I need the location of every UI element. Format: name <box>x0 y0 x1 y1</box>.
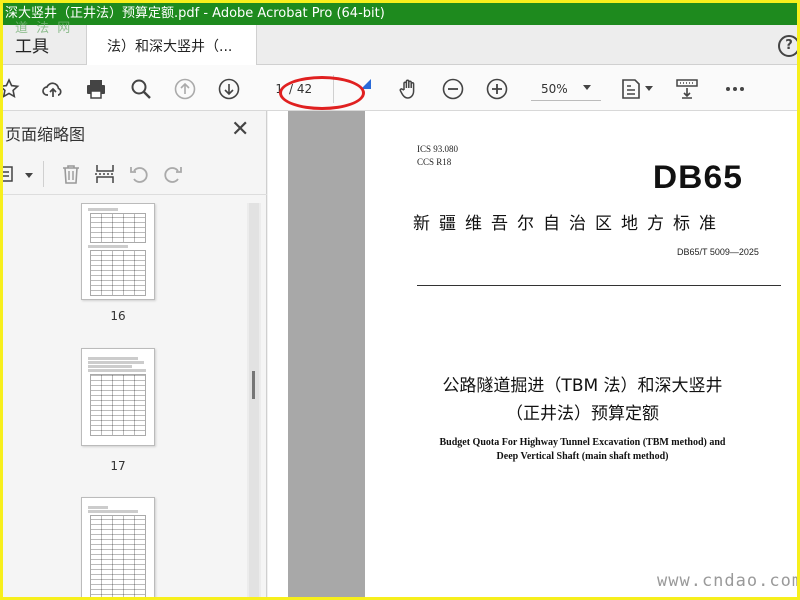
standard-number: DB65/T 5009—2025 <box>677 247 759 257</box>
title-cn-line1: 公路隧道掘进（TBM 法）和深大竖井 <box>442 376 723 396</box>
watermark-top: 道 法 网 <box>15 21 73 36</box>
rotate-left-icon[interactable] <box>128 163 150 185</box>
annotation-red-circle <box>279 76 365 110</box>
page-down-icon[interactable] <box>217 77 241 101</box>
rotate-right-icon[interactable] <box>162 163 184 185</box>
thumbnail-label: 16 <box>110 309 126 323</box>
more-options-icon[interactable] <box>723 77 747 101</box>
zoom-dropdown-icon[interactable] <box>583 85 591 90</box>
tab-document[interactable]: 法）和深大竖井（... <box>87 25 257 65</box>
title-cn-line2: （正井法）预算定额 <box>506 404 659 424</box>
standard-logo: DB65 <box>652 159 743 195</box>
thumbnail-label: 17 <box>110 459 126 473</box>
document-view[interactable]: ICS 93.080 CCS R18 DB65 新疆维吾尔自治区地方标准 DB6… <box>268 111 797 597</box>
page-gutter <box>288 111 365 597</box>
print-icon[interactable] <box>84 77 108 101</box>
thumbnail-scrollbar[interactable] <box>247 203 261 597</box>
main-toolbar: 1 / 42 50% <box>3 65 797 111</box>
page-thumbnail[interactable] <box>81 348 155 446</box>
tab-bar: 工具 法）和深大竖井（... ? <box>3 25 797 65</box>
page-up-icon[interactable] <box>173 77 197 101</box>
panel-divider <box>43 161 44 187</box>
pdf-page: ICS 93.080 CCS R18 DB65 新疆维吾尔自治区地方标准 DB6… <box>365 111 797 597</box>
title-en-line2: Deep Vertical Shaft (main shaft method) <box>496 451 669 462</box>
panel-toolbar <box>3 155 267 195</box>
thumbnail-list: 16 17 <box>3 203 253 597</box>
window-title-bar: 深大竖井（正井法）预算定额.pdf - Adobe Acrobat Pro (6… <box>3 3 797 25</box>
scroll-mode-icon[interactable] <box>675 77 699 101</box>
header-rule <box>417 285 781 286</box>
app-window: 深大竖井（正井法）预算定额.pdf - Adobe Acrobat Pro (6… <box>0 0 800 600</box>
cloud-upload-icon[interactable] <box>41 77 65 101</box>
hand-tool-icon[interactable] <box>397 77 421 101</box>
star-icon[interactable] <box>3 77 21 101</box>
zoom-out-icon[interactable] <box>441 77 465 101</box>
options-dropdown-icon[interactable] <box>25 173 33 178</box>
page-thumbnail[interactable] <box>81 203 155 300</box>
ics-line: ICS 93.080 <box>417 144 459 154</box>
close-icon[interactable]: ✕ <box>231 117 249 142</box>
thumbnail-panel: 页面缩略图 ✕ 16 17 <box>3 111 267 597</box>
scrollbar-thumb[interactable] <box>249 203 259 597</box>
search-icon[interactable] <box>129 77 153 101</box>
trash-icon[interactable] <box>60 163 82 185</box>
ccs-line: CCS R18 <box>417 157 452 167</box>
title-en-line1: Budget Quota For Highway Tunnel Excavati… <box>439 437 726 448</box>
zoom-in-icon[interactable] <box>485 77 509 101</box>
help-icon[interactable]: ? <box>778 35 797 57</box>
options-menu-icon[interactable] <box>3 163 17 185</box>
standard-region-title: 新疆维吾尔自治区地方标准 <box>413 214 725 234</box>
watermark-bottom: www.cndao.com <box>657 571 800 591</box>
page-thumbnail[interactable] <box>81 497 155 597</box>
page-fit-dropdown-icon[interactable] <box>645 86 653 91</box>
page-fit-icon[interactable] <box>619 77 643 101</box>
ics-code: ICS 93.080 CCS R18 <box>417 143 458 169</box>
panel-title: 页面缩略图 <box>5 125 86 144</box>
extract-page-icon[interactable] <box>94 163 116 185</box>
panel-resize-handle[interactable] <box>252 371 255 399</box>
